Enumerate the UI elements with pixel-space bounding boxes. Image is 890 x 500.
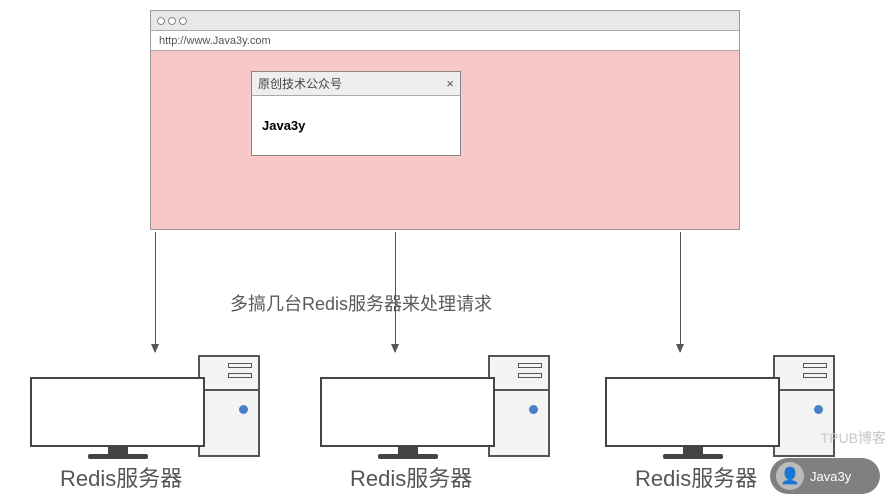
server-node: Redis服务器 — [320, 355, 550, 485]
avatar-icon: 👤 — [776, 462, 804, 490]
browser-titlebar — [151, 11, 739, 31]
server-label: Redis服务器 — [60, 461, 182, 493]
server-label: Redis服务器 — [350, 461, 472, 493]
window-button-icon — [179, 17, 187, 25]
arrow-down-icon — [395, 232, 396, 352]
dialog-title-text: 原创技术公众号 — [258, 75, 342, 92]
monitor-icon — [30, 377, 205, 447]
monitor-icon — [320, 377, 495, 447]
dialog-titlebar: 原创技术公众号 × — [252, 72, 460, 96]
watermark-account-bubble: 👤 Java3y — [770, 458, 880, 494]
arrow-down-icon — [680, 232, 681, 352]
monitor-base-icon — [88, 454, 148, 459]
tower-icon — [198, 355, 260, 457]
server-node: Redis服务器 — [30, 355, 260, 485]
diagram-caption: 多搞几台Redis服务器来处理请求 — [230, 290, 492, 316]
watermark-blog: TPUB博客 — [821, 428, 886, 448]
monitor-icon — [605, 377, 780, 447]
close-icon[interactable]: × — [446, 76, 454, 91]
dialog-box: 原创技术公众号 × Java3y — [251, 71, 461, 156]
url-text: http://www.Java3y.com — [159, 35, 271, 47]
dialog-body-text: Java3y — [252, 96, 460, 155]
monitor-base-icon — [663, 454, 723, 459]
browser-window: http://www.Java3y.com 原创技术公众号 × Java3y — [150, 10, 740, 230]
monitor-base-icon — [378, 454, 438, 459]
watermark-account-text: Java3y — [810, 469, 851, 484]
arrow-down-icon — [155, 232, 156, 352]
server-label: Redis服务器 — [635, 461, 757, 493]
address-bar[interactable]: http://www.Java3y.com — [151, 31, 739, 51]
window-button-icon — [168, 17, 176, 25]
tower-icon — [488, 355, 550, 457]
window-button-icon — [157, 17, 165, 25]
